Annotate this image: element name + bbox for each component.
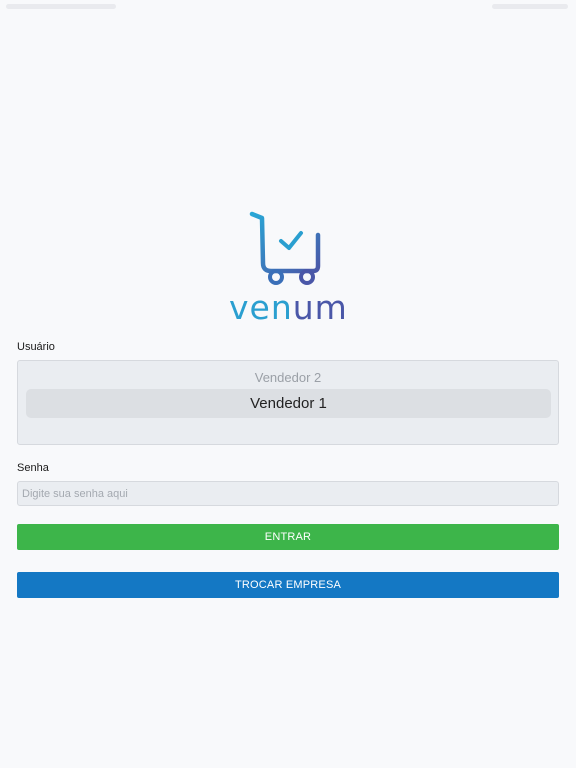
cart-check-icon [249, 211, 321, 285]
logo-wordmark-accent: um [292, 288, 348, 327]
password-input[interactable] [17, 481, 559, 506]
picker-option[interactable]: Vendedor 2 [18, 370, 558, 385]
status-bar-left [6, 4, 116, 9]
user-picker[interactable]: Vendedor 2 Vendedor 1 [17, 360, 559, 445]
status-bar [0, 0, 576, 14]
logo-wordmark: venum [229, 291, 347, 324]
logo-wordmark-prefix: ven [229, 288, 293, 327]
switch-company-button[interactable]: TROCAR EMPRESA [17, 572, 559, 598]
picker-selected-option[interactable]: Vendedor 1 [26, 389, 551, 418]
enter-button[interactable]: ENTRAR [17, 524, 559, 550]
password-label: Senha [17, 462, 49, 474]
app-logo: venum [229, 211, 347, 326]
status-bar-right [492, 4, 568, 9]
user-label: Usuário [17, 341, 55, 353]
